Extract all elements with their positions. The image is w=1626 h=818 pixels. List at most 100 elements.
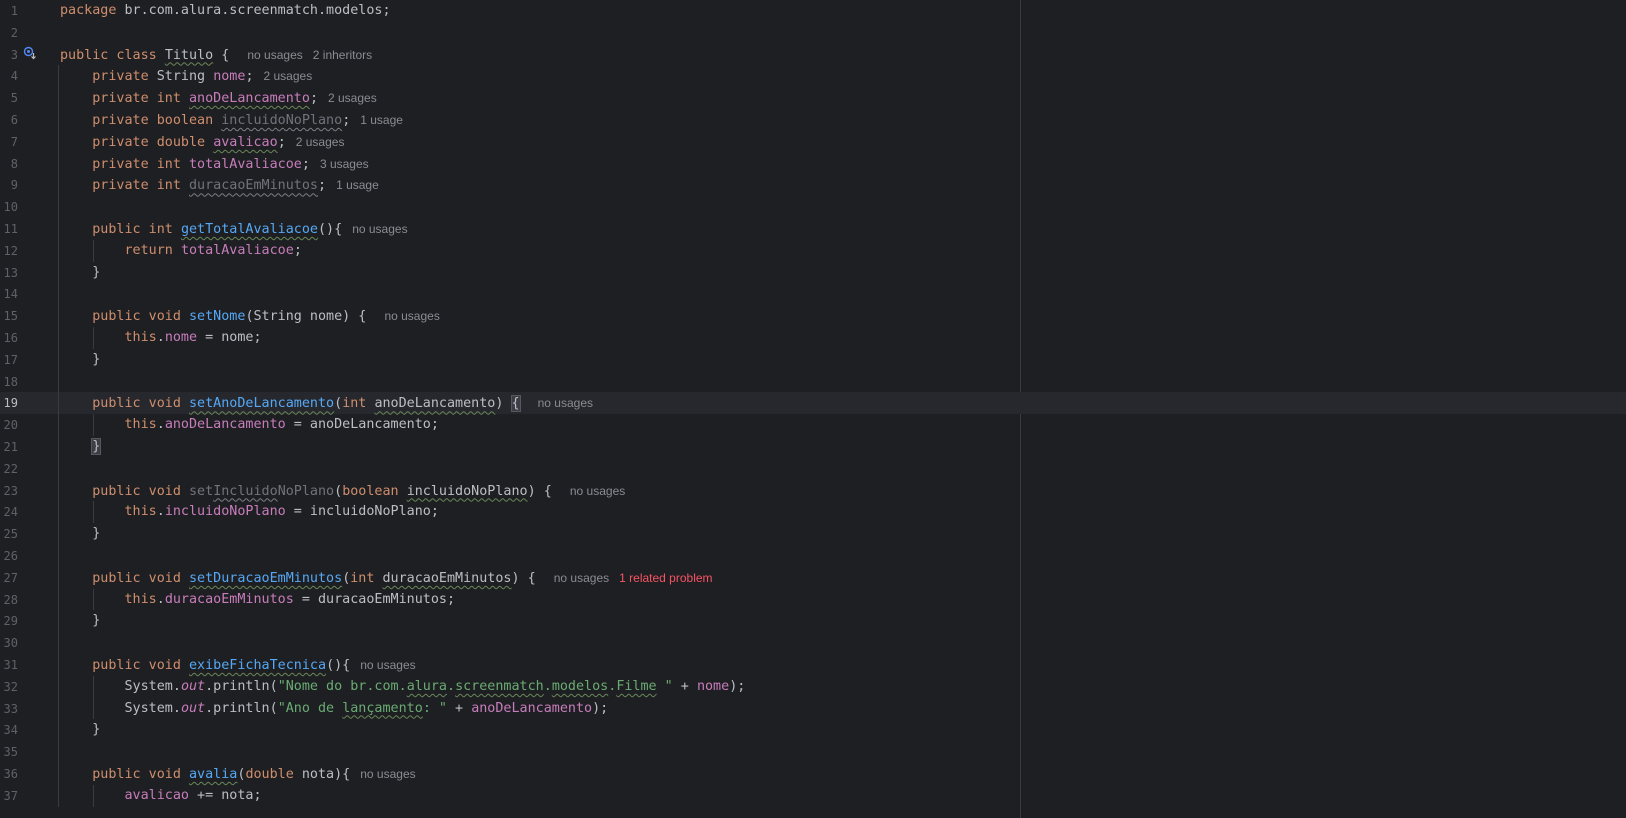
code-line[interactable]: 18 xyxy=(0,371,1626,393)
code-line[interactable]: 24 this.incluidoNoPlano = incluidoNoPlan… xyxy=(0,501,1626,523)
code-line[interactable]: 20 this.anoDeLancamento = anoDeLancament… xyxy=(0,414,1626,436)
code-token: ; xyxy=(293,242,302,258)
code-line[interactable]: 33 System.out.println("Ano de lançamento… xyxy=(0,698,1626,720)
code-token: incluidoNoPlano xyxy=(221,113,343,128)
code-line[interactable]: 1 package br.com.alura.screenmatch.modelo… xyxy=(0,0,1626,22)
usage-inlay-hint[interactable]: 2 usages xyxy=(296,135,345,149)
code-text[interactable]: private String nome; 2 usages xyxy=(60,65,312,88)
usage-inlay-hint[interactable]: 1 usage xyxy=(360,113,403,127)
code-line[interactable]: 32 System.out.println("Nome do br.com.al… xyxy=(0,676,1626,698)
usage-inlay-hint[interactable]: no usages xyxy=(360,767,415,781)
code-text[interactable]: private int totalAvaliacoe; 3 usages xyxy=(60,153,369,176)
usage-inlay-hint[interactable]: no usages xyxy=(538,396,593,410)
code-text[interactable]: this.incluidoNoPlano = incluidoNoPlano; xyxy=(60,501,439,523)
code-token: " xyxy=(656,678,673,694)
code-text[interactable]: public void setAnoDeLancamento(int anoDe… xyxy=(60,392,593,415)
usage-inlay-hint[interactable]: no usages xyxy=(352,222,407,236)
code-text[interactable]: public void setNome(String nome) { no us… xyxy=(60,305,440,328)
usage-inlay-hint[interactable]: 2 inheritors xyxy=(313,48,372,62)
code-token: = duracaoEmMinutos; xyxy=(293,591,456,607)
code-line[interactable]: 34 } xyxy=(0,719,1626,741)
usage-inlay-hint[interactable]: 3 usages xyxy=(320,157,369,171)
code-text[interactable]: this.anoDeLancamento = anoDeLancamento; xyxy=(60,414,438,436)
code-text[interactable]: System.out.println("Nome do br.com.alura… xyxy=(60,676,745,698)
code-text[interactable]: this.nome = nome; xyxy=(60,327,261,349)
code-line[interactable]: 3 public class Titulo { no usages 2 inheri… xyxy=(0,44,1626,66)
code-text[interactable]: } xyxy=(60,262,100,284)
code-line[interactable]: 37 avalicao += nota; xyxy=(0,785,1626,807)
code-token: int xyxy=(350,570,383,586)
code-text[interactable]: public void exibeFichaTecnica(){no usage… xyxy=(60,654,415,677)
code-line[interactable]: 8 private int totalAvaliacoe; 3 usages xyxy=(0,153,1626,175)
code-text[interactable]: public class Titulo { no usages 2 inherit… xyxy=(60,44,372,67)
code-line[interactable]: 2 xyxy=(0,22,1626,44)
code-line[interactable]: 12 return totalAvaliacoe; xyxy=(0,240,1626,262)
code-line[interactable]: 16 this.nome = nome; xyxy=(0,327,1626,349)
code-line[interactable]: 30 xyxy=(0,632,1626,654)
code-line[interactable]: 27 public void setDuracaoEmMinutos(int d… xyxy=(0,567,1626,589)
code-text[interactable]: } xyxy=(60,523,100,545)
code-line[interactable]: 22 xyxy=(0,458,1626,480)
code-line[interactable]: 9 private int duracaoEmMinutos; 1 usage xyxy=(0,174,1626,196)
code-token: = incluidoNoPlano; xyxy=(285,504,439,520)
code-token: this xyxy=(60,591,157,607)
code-token: public void xyxy=(60,767,189,782)
code-text[interactable]: } xyxy=(60,610,100,632)
code-line[interactable]: 25 } xyxy=(0,523,1626,545)
code-text[interactable]: avalicao += nota; xyxy=(60,785,261,807)
code-token: . xyxy=(447,678,456,694)
usage-inlay-hint[interactable]: 2 usages xyxy=(264,69,313,83)
code-text[interactable]: this.duracaoEmMinutos = duracaoEmMinutos… xyxy=(60,589,455,611)
code-line[interactable]: 6 private boolean incluidoNoPlano; 1 usag… xyxy=(0,109,1626,131)
code-text[interactable]: public void setIncluidoNoPlano(boolean i… xyxy=(60,480,625,503)
code-line[interactable]: 11 public int getTotalAvaliacoe(){no usa… xyxy=(0,218,1626,240)
code-token: System. xyxy=(60,678,181,694)
usage-inlay-hint[interactable]: no usages xyxy=(384,309,439,323)
code-token: System. xyxy=(60,700,181,716)
code-line[interactable]: 28 this.duracaoEmMinutos = duracaoEmMinu… xyxy=(0,589,1626,611)
code-line[interactable]: 4 private String nome; 2 usages xyxy=(0,65,1626,87)
code-text[interactable]: private boolean incluidoNoPlano; 1 usage xyxy=(60,109,403,132)
code-text[interactable]: private int anoDeLancamento; 2 usages xyxy=(60,87,377,110)
code-line[interactable]: 26 xyxy=(0,545,1626,567)
code-text[interactable]: private double avalicao; 2 usages xyxy=(60,131,344,154)
line-number: 2 xyxy=(10,25,18,40)
code-text[interactable]: return totalAvaliacoe; xyxy=(60,240,302,262)
code-text[interactable]: public int getTotalAvaliacoe(){no usages xyxy=(60,218,407,241)
usage-inlay-hint[interactable]: no usages xyxy=(570,484,625,498)
code-text[interactable]: } xyxy=(60,719,100,741)
usage-inlay-hint[interactable]: no usages xyxy=(247,48,302,62)
code-line[interactable]: 36 public void avalia(double nota){no us… xyxy=(0,763,1626,785)
code-line[interactable]: 14 xyxy=(0,283,1626,305)
code-token: incluidoNoPlano xyxy=(164,504,286,520)
code-editor[interactable]: 1 package br.com.alura.screenmatch.modelo… xyxy=(0,0,1626,818)
code-token: ) { xyxy=(511,570,544,586)
code-text[interactable]: } xyxy=(60,349,100,371)
code-token: anoDeLancamento xyxy=(189,91,310,107)
related-problem-hint[interactable]: 1 related problem xyxy=(619,571,712,585)
usage-inlay-hint[interactable]: 2 usages xyxy=(328,91,377,105)
code-line[interactable]: 21 } xyxy=(0,436,1626,458)
code-line[interactable]: 7 private double avalicao; 2 usages xyxy=(0,131,1626,153)
code-line[interactable]: 13 } xyxy=(0,262,1626,284)
code-line[interactable]: 5 private int anoDeLancamento; 2 usages xyxy=(0,87,1626,109)
code-text[interactable]: package br.com.alura.screenmatch.modelos… xyxy=(60,0,391,22)
usage-inlay-hint[interactable]: 1 usage xyxy=(336,178,379,192)
code-line[interactable]: 15 public void setNome(String nome) { no… xyxy=(0,305,1626,327)
code-text[interactable]: public void setDuracaoEmMinutos(int dura… xyxy=(60,567,712,590)
code-line[interactable]: 35 xyxy=(0,741,1626,763)
code-line[interactable]: 17 } xyxy=(0,349,1626,371)
code-text[interactable]: public void avalia(double nota){no usage… xyxy=(60,763,415,786)
code-line[interactable]: 10 xyxy=(0,196,1626,218)
implemented-override-icon[interactable] xyxy=(23,46,37,60)
usage-inlay-hint[interactable]: no usages xyxy=(360,658,415,672)
code-line[interactable]: 23 public void setIncluidoNoPlano(boolea… xyxy=(0,480,1626,502)
code-line[interactable]: 31 public void exibeFichaTecnica(){no us… xyxy=(0,654,1626,676)
code-line[interactable]: 19 public void setAnoDeLancamento(int an… xyxy=(0,392,1626,415)
usage-inlay-hint[interactable]: no usages xyxy=(554,571,609,585)
code-token: ; xyxy=(342,113,351,128)
code-text[interactable]: } xyxy=(60,436,102,458)
code-text[interactable]: System.out.println("Ano de lançamento: "… xyxy=(60,698,608,720)
code-text[interactable]: private int duracaoEmMinutos; 1 usage xyxy=(60,174,379,197)
code-line[interactable]: 29 } xyxy=(0,610,1626,632)
